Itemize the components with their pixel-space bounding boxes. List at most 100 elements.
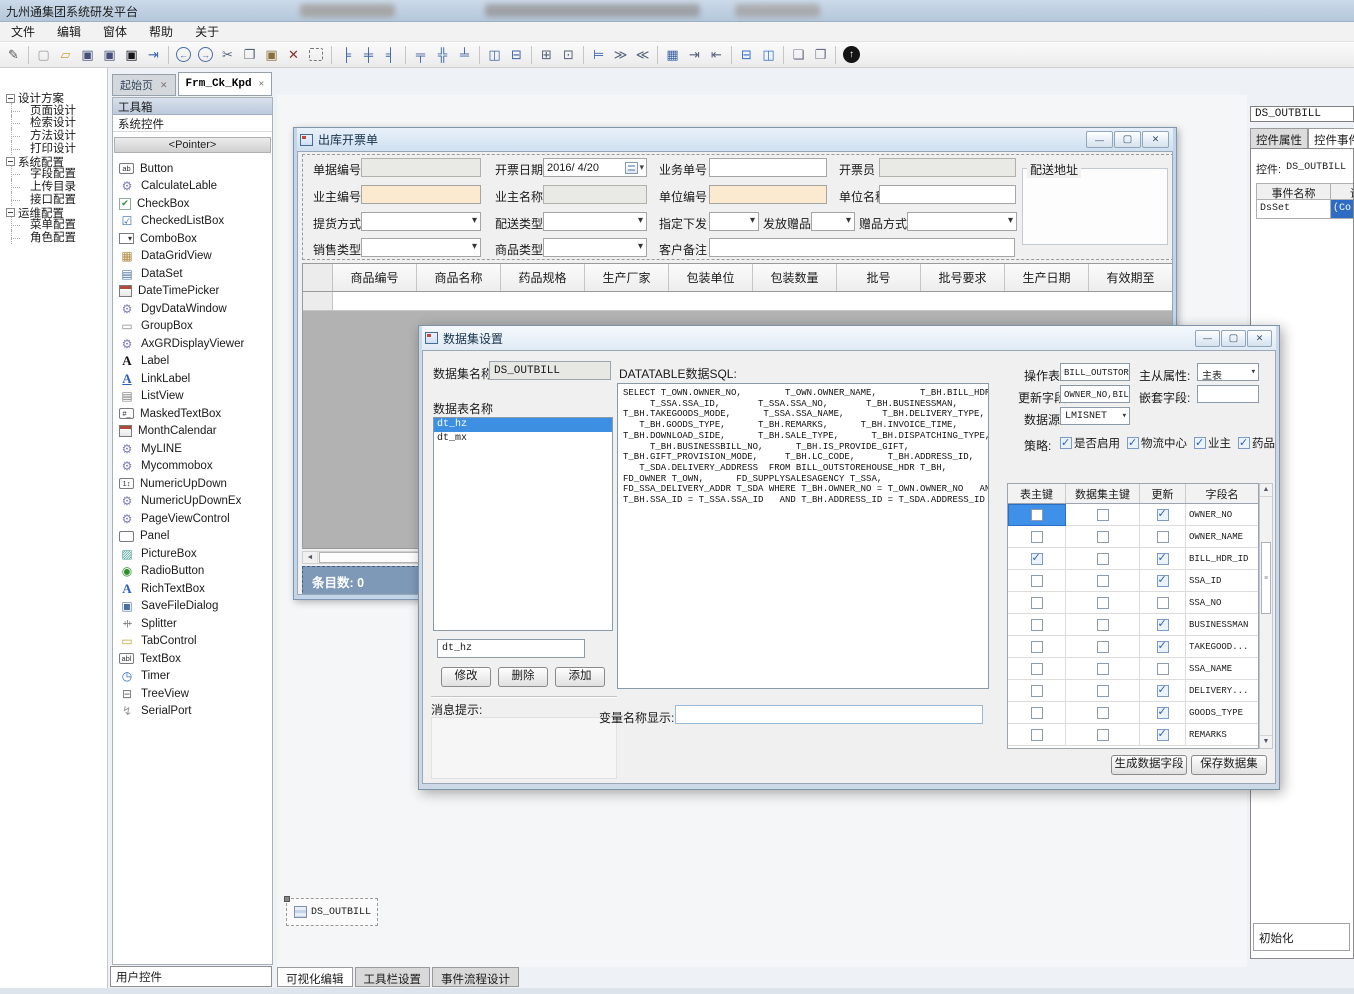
grid-column-header[interactable]: 有效期至 <box>1089 264 1173 291</box>
collapse-icon[interactable] <box>6 208 15 217</box>
modify-button[interactable]: 修改 <box>441 667 491 687</box>
menu-item[interactable]: 窗体 <box>92 21 138 42</box>
toolbox-item[interactable]: +|+Splitter <box>113 615 271 633</box>
toolbox-item[interactable]: ▤DataSet <box>113 265 271 283</box>
toolbox-item[interactable]: ⚙NumericUpDownEx <box>113 493 271 511</box>
checkbox-icon[interactable] <box>1031 685 1043 697</box>
checkbox-icon[interactable] <box>1097 597 1109 609</box>
tray-dataset-component[interactable]: DS_OUTBILL <box>286 898 378 926</box>
checkbox-icon[interactable] <box>1097 663 1109 675</box>
user-controls-header[interactable]: 用户控件 <box>110 966 272 987</box>
owner-name-field[interactable] <box>543 185 647 204</box>
table-cell[interactable] <box>1140 724 1186 746</box>
nested-fields-field[interactable] <box>1197 385 1259 403</box>
minimize-button[interactable] <box>1086 131 1113 148</box>
grid-column-header[interactable]: 包装数量 <box>753 264 837 291</box>
table-cell[interactable] <box>1140 636 1186 658</box>
bring-forward-icon[interactable]: ≫ <box>610 44 631 65</box>
checkbox-icon[interactable] <box>1097 685 1109 697</box>
grid-column-header[interactable]: 药品规格 <box>501 264 585 291</box>
close-button[interactable] <box>1247 330 1272 347</box>
table-cell[interactable] <box>1008 504 1066 526</box>
tree-node[interactable]: 菜单配置 <box>0 219 107 232</box>
checkbox-icon[interactable] <box>1031 531 1043 543</box>
generate-fields-button[interactable]: 生成数据字段 <box>1111 755 1187 775</box>
tree-node[interactable]: 字段配置 <box>0 168 107 181</box>
align-left-icon[interactable]: ╞ <box>336 44 357 65</box>
close-icon[interactable] <box>259 78 264 90</box>
table-row[interactable]: BILL_HDR_ID <box>1008 548 1258 570</box>
toolbox-item[interactable]: ALinkLabel <box>113 370 271 388</box>
tree-node[interactable]: 方法设计 <box>0 130 107 143</box>
table-cell[interactable] <box>1008 592 1066 614</box>
select-rect-icon[interactable] <box>309 48 323 61</box>
back-icon[interactable]: ← <box>176 47 191 62</box>
table-row[interactable]: TAKEGOOD... <box>1008 636 1258 658</box>
datasource-combobox[interactable]: LMISNET <box>1060 407 1130 425</box>
table-cell[interactable] <box>1140 526 1186 548</box>
new-file-icon[interactable]: ▢ <box>33 44 54 65</box>
sale-type-combobox[interactable] <box>361 238 481 257</box>
table-cell[interactable] <box>1140 592 1186 614</box>
checkbox-icon[interactable] <box>1157 531 1169 543</box>
toolbox-item[interactable]: ▭TabControl <box>113 633 271 651</box>
form-title-bar[interactable]: 出库开票单 <box>297 128 1173 151</box>
list-item[interactable]: dt_mx <box>434 432 612 446</box>
gift-mode-combobox[interactable] <box>907 212 1017 231</box>
menu-item[interactable]: 文件 <box>0 21 46 42</box>
align-top-icon[interactable]: ╤ <box>410 44 431 65</box>
toolbox-item[interactable]: ▭GroupBox <box>113 318 271 336</box>
toolbox-section-system-controls[interactable]: 系统控件 <box>113 115 272 132</box>
toolbox-item[interactable]: ⚙Mycommobox <box>113 458 271 476</box>
send-back-icon[interactable]: ❐ <box>810 44 831 65</box>
table-row[interactable]: BUSINESSMAN <box>1008 614 1258 636</box>
toolbox-item[interactable]: ◷Timer <box>113 668 271 686</box>
paste-icon[interactable]: ▣ <box>261 44 282 65</box>
toolbox-item[interactable]: ⚙DgvDataWindow <box>113 300 271 318</box>
checkbox-icon[interactable] <box>1097 619 1109 631</box>
toolbox-item[interactable]: ▦DataGridView <box>113 248 271 266</box>
policy-option[interactable]: 业主 <box>1194 435 1231 451</box>
save-icon[interactable]: ▣ <box>77 44 98 65</box>
delivery-address-field[interactable] <box>1022 168 1168 245</box>
invoice-date-picker[interactable]: 2016/ 4/20 ▾ <box>543 158 647 177</box>
toolbox-item[interactable]: MonthCalendar <box>113 423 271 441</box>
toolbox-item[interactable]: ▾ComboBox <box>113 230 271 248</box>
maximize-button[interactable] <box>1221 330 1246 347</box>
close-button[interactable] <box>1142 131 1169 148</box>
toolbox-item[interactable]: ⚙CalculateLable <box>113 178 271 196</box>
toolbox-item[interactable]: ⊟TreeView <box>113 685 271 703</box>
checkbox-icon[interactable] <box>1097 641 1109 653</box>
open-folder-icon[interactable]: ▱ <box>55 44 76 65</box>
toolbox-item[interactable]: ☑CheckedListBox <box>113 213 271 231</box>
collapse-icon[interactable] <box>6 94 15 103</box>
table-cell[interactable] <box>1008 548 1066 570</box>
toolbox-item[interactable]: ablTextBox <box>113 650 271 668</box>
layout-grid-icon[interactable]: ⊞ <box>536 44 557 65</box>
center-in-form-icon[interactable]: ⊡ <box>558 44 579 65</box>
toolbox-item[interactable]: ▤ListView <box>113 388 271 406</box>
update-fields-field[interactable]: OWNER_NO,BILL <box>1060 385 1130 403</box>
toolbox-item[interactable]: ✔CheckBox <box>113 195 271 213</box>
table-cell[interactable] <box>1140 570 1186 592</box>
checkbox-icon[interactable] <box>1097 531 1109 543</box>
tree-node[interactable]: 设计方案 <box>0 92 107 105</box>
table-cell[interactable] <box>1008 724 1066 746</box>
checkbox-icon[interactable] <box>1031 597 1043 609</box>
table-cell[interactable] <box>1066 592 1140 614</box>
tree-node[interactable]: 打印设计 <box>0 143 107 156</box>
table-cell[interactable] <box>1066 658 1140 680</box>
table-row[interactable]: SSA_NO <box>1008 592 1258 614</box>
policy-option[interactable]: 物流中心 <box>1127 435 1187 451</box>
same-width-icon[interactable]: ◫ <box>484 44 505 65</box>
checkbox-icon[interactable] <box>1031 553 1043 565</box>
give-gift-combobox[interactable] <box>811 212 855 231</box>
toolbox-item[interactable]: ▨PictureBox <box>113 545 271 563</box>
delete-icon[interactable]: ✕ <box>283 44 304 65</box>
bill-no-field[interactable] <box>361 158 481 177</box>
checkbox-icon[interactable] <box>1157 597 1169 609</box>
checkbox-icon[interactable] <box>1157 685 1169 697</box>
table-cell[interactable] <box>1140 614 1186 636</box>
delivery-type-combobox[interactable] <box>543 212 647 231</box>
table-cell[interactable] <box>1140 548 1186 570</box>
